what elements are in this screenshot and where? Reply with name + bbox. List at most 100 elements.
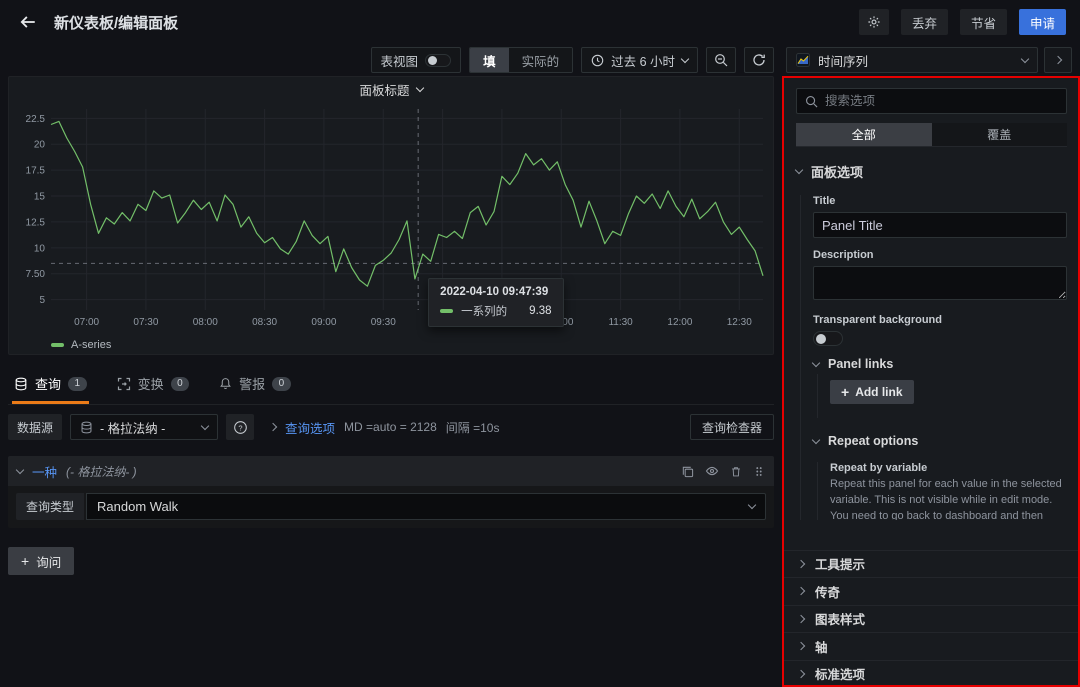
table-view-toggle-box[interactable]: 表视图 xyxy=(371,47,462,73)
panel-links-content: + Add link xyxy=(817,374,1067,418)
section-legend[interactable]: 传奇 xyxy=(783,577,1080,605)
clock-icon xyxy=(591,54,604,67)
svg-text:07:00: 07:00 xyxy=(74,317,99,328)
legend-series-label[interactable]: A-series xyxy=(71,339,111,351)
tab-alert-count: 0 xyxy=(272,377,291,391)
options-body: 面板选项 Title Description Transparent backg… xyxy=(783,147,1080,520)
svg-text:07:30: 07:30 xyxy=(133,317,158,328)
section-standard-options-label: 标准选项 xyxy=(815,664,865,683)
chevron-right-icon xyxy=(797,560,805,568)
svg-text:17.5: 17.5 xyxy=(26,166,46,177)
toolbar-left-group: 表视图 填 实际的 过去 6 小时 xyxy=(8,47,774,73)
database-icon xyxy=(14,377,28,391)
query-row-datasource: (- 格拉法纳- ) xyxy=(66,463,137,480)
refresh-button[interactable] xyxy=(744,47,774,73)
zoom-out-button[interactable] xyxy=(706,47,736,73)
query-type-select[interactable]: Random Walk xyxy=(86,493,766,520)
svg-text:?: ? xyxy=(238,423,242,432)
tab-query-label: 查询 xyxy=(35,374,61,393)
legend-swatch xyxy=(51,343,64,347)
svg-text:08:30: 08:30 xyxy=(252,317,277,328)
transform-icon xyxy=(117,377,131,391)
svg-text:08:00: 08:00 xyxy=(193,317,218,328)
max-datapoints-text: MD =auto = 2128 xyxy=(344,420,437,434)
query-row-header[interactable]: 一种 (- 格拉法纳- ) xyxy=(8,456,774,486)
svg-text:12:30: 12:30 xyxy=(727,317,752,328)
tab-alert[interactable]: 警报 0 xyxy=(217,367,293,404)
options-pane-expand-button[interactable] xyxy=(1044,47,1072,73)
svg-text:7.50: 7.50 xyxy=(26,270,46,281)
section-standard-options[interactable]: 标准选项 xyxy=(783,660,1080,687)
pane-size-segment: 填 实际的 xyxy=(469,47,573,73)
panel-options-content: Title Description Transparent background… xyxy=(800,195,1067,520)
description-textarea[interactable] xyxy=(813,266,1067,300)
section-tooltip[interactable]: 工具提示 xyxy=(783,550,1080,578)
options-search[interactable] xyxy=(796,88,1067,114)
tab-query[interactable]: 查询 1 xyxy=(12,367,89,404)
editor-tabs: 查询 1 变换 0 警报 0 xyxy=(8,367,774,405)
svg-text:12:00: 12:00 xyxy=(667,317,692,328)
tab-transform-count: 0 xyxy=(171,377,190,391)
trash-icon[interactable] xyxy=(730,465,742,478)
options-search-input[interactable] xyxy=(825,94,1058,108)
table-view-switch[interactable] xyxy=(425,54,451,67)
panel-title-menu[interactable]: 面板标题 xyxy=(9,77,773,101)
search-icon xyxy=(805,95,818,108)
add-link-button[interactable]: + Add link xyxy=(830,380,914,404)
tab-transform[interactable]: 变换 0 xyxy=(115,367,192,404)
chevron-down-icon xyxy=(748,501,756,509)
chart-panel: 面板标题 22.52017.51512.5107.50507:0007:3008… xyxy=(8,76,774,355)
page-title: 新仪表板/编辑面板 xyxy=(54,12,178,33)
drag-handle-icon[interactable] xyxy=(753,465,765,478)
database-icon xyxy=(80,421,93,434)
options-tab-all[interactable]: 全部 xyxy=(796,123,932,146)
query-inspector-button[interactable]: 查询检查器 xyxy=(690,414,774,440)
svg-text:10: 10 xyxy=(34,244,46,255)
add-link-label: Add link xyxy=(855,385,902,399)
bell-icon xyxy=(219,377,232,390)
section-repeat-options-label: Repeat options xyxy=(828,434,918,448)
transparent-bg-label: Transparent background xyxy=(813,314,1067,326)
duplicate-icon[interactable] xyxy=(681,465,694,478)
query-type-value: Random Walk xyxy=(97,499,178,514)
datasource-row: 数据源 - 格拉法纳 - ? 查询选项 MD =auto = 2128 间隔 =… xyxy=(8,414,774,440)
segment-fill[interactable]: 填 xyxy=(470,48,509,72)
tab-query-count: 1 xyxy=(68,377,87,391)
segment-actual[interactable]: 实际的 xyxy=(509,48,573,72)
discard-button[interactable]: 丢弃 xyxy=(901,9,948,35)
section-axis[interactable]: 轴 xyxy=(783,632,1080,660)
section-panel-options[interactable]: 面板选项 xyxy=(796,151,1067,184)
chevron-down-icon xyxy=(795,166,803,174)
chevron-right-icon xyxy=(797,642,805,650)
chevron-right-icon xyxy=(1054,56,1062,64)
arrow-left-icon xyxy=(19,13,37,31)
options-tab-overrides[interactable]: 覆盖 xyxy=(932,123,1068,146)
timeseries-chart[interactable]: 22.52017.51512.5107.50507:0007:3008:0008… xyxy=(9,101,773,335)
section-graph-styles-label: 图表样式 xyxy=(815,609,865,628)
query-options-group: 查询选项 MD =auto = 2128 间隔 =10s xyxy=(270,418,499,437)
title-input[interactable] xyxy=(813,212,1067,238)
section-panel-links[interactable]: Panel links xyxy=(813,346,1067,374)
apply-button[interactable]: 申请 xyxy=(1019,9,1066,35)
datasource-select[interactable]: - 格拉法纳 - xyxy=(70,414,218,440)
add-query-button[interactable]: + 询问 xyxy=(8,547,74,575)
svg-text:09:00: 09:00 xyxy=(311,317,336,328)
add-query-label: 询问 xyxy=(36,552,61,571)
datasource-help-button[interactable]: ? xyxy=(226,414,254,440)
visualization-select[interactable]: 时间序列 xyxy=(786,47,1038,73)
query-options-link[interactable]: 查询选项 xyxy=(285,418,335,437)
svg-text:5: 5 xyxy=(39,295,45,306)
plus-icon: + xyxy=(841,385,849,399)
time-range-picker[interactable]: 过去 6 小时 xyxy=(581,47,698,73)
dashboard-settings-button[interactable] xyxy=(859,9,889,35)
title-field-label: Title xyxy=(813,195,1067,207)
section-panel-options-label: 面板选项 xyxy=(811,162,863,181)
section-tooltip-label: 工具提示 xyxy=(815,554,865,573)
back-button[interactable] xyxy=(14,8,42,36)
query-name[interactable]: 一种 xyxy=(32,462,57,481)
eye-icon[interactable] xyxy=(705,464,719,478)
save-button[interactable]: 节省 xyxy=(960,9,1007,35)
section-graph-styles[interactable]: 图表样式 xyxy=(783,605,1080,633)
section-repeat-options[interactable]: Repeat options xyxy=(813,418,1067,451)
transparent-bg-switch[interactable] xyxy=(813,331,843,346)
